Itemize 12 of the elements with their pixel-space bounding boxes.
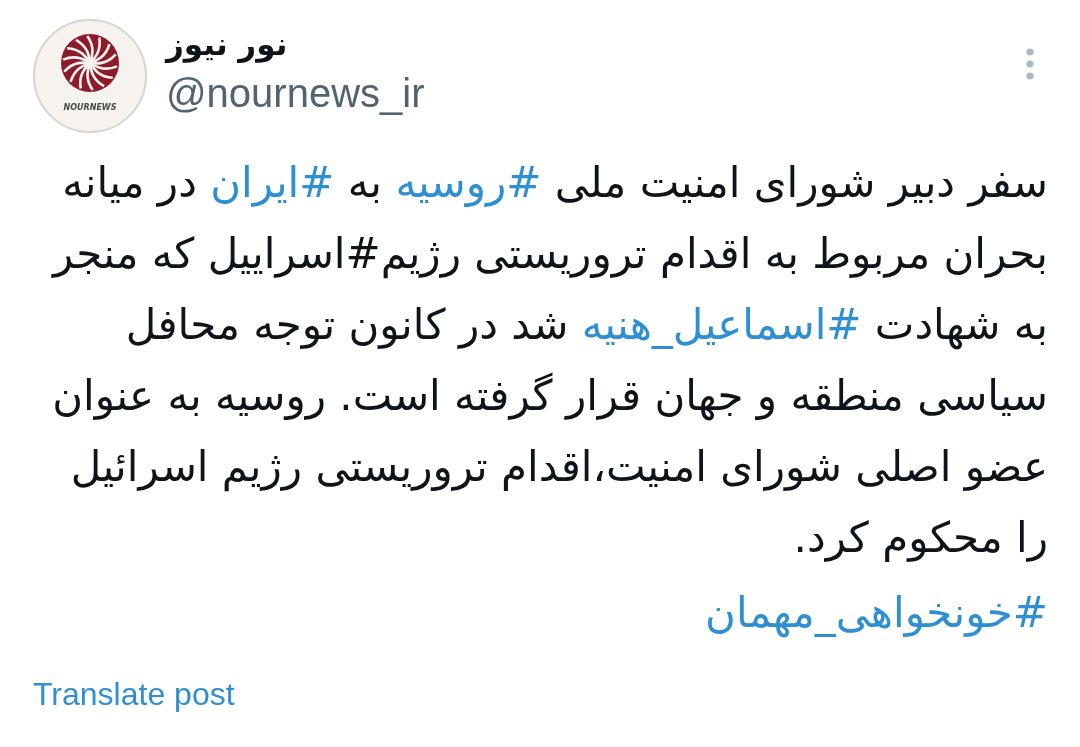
logo-text: NOURNEWS [63,104,117,112]
swirl-logo-icon [61,34,119,92]
author-handle[interactable]: @nournews_ir [166,69,425,117]
hashtag-link[interactable]: #ایران [210,158,335,207]
post-text: سفر دبیر شورای امنیت ملی #روسیه به #ایران در میانه بحران مربوط به اقدام تروریستی رژیم#اسراییل که منجر به شهادت #اسماعیل_هنیه شد در کانون توجه محافل سیاسی منطقه و جهان قرار گرفته است. روسیه به عنوان عضو اصلی شورای امنیت،اقدام تروریستی رژیم اسرائیل را محکوم کرد. [50,157,1048,564]
avatar[interactable]: NOURNEWS [33,19,147,133]
author-name[interactable]: نور نیوز [166,21,288,67]
hashtag-link[interactable]: #اسماعیل_هنیه [581,300,862,349]
translate-link[interactable]: Translate post [33,676,235,712]
hashtag-link[interactable]: #روسیه [395,158,542,207]
hashtag-link[interactable]: #خونخواهی_مهمان [705,588,1048,637]
more-icon[interactable] [1026,48,1034,80]
